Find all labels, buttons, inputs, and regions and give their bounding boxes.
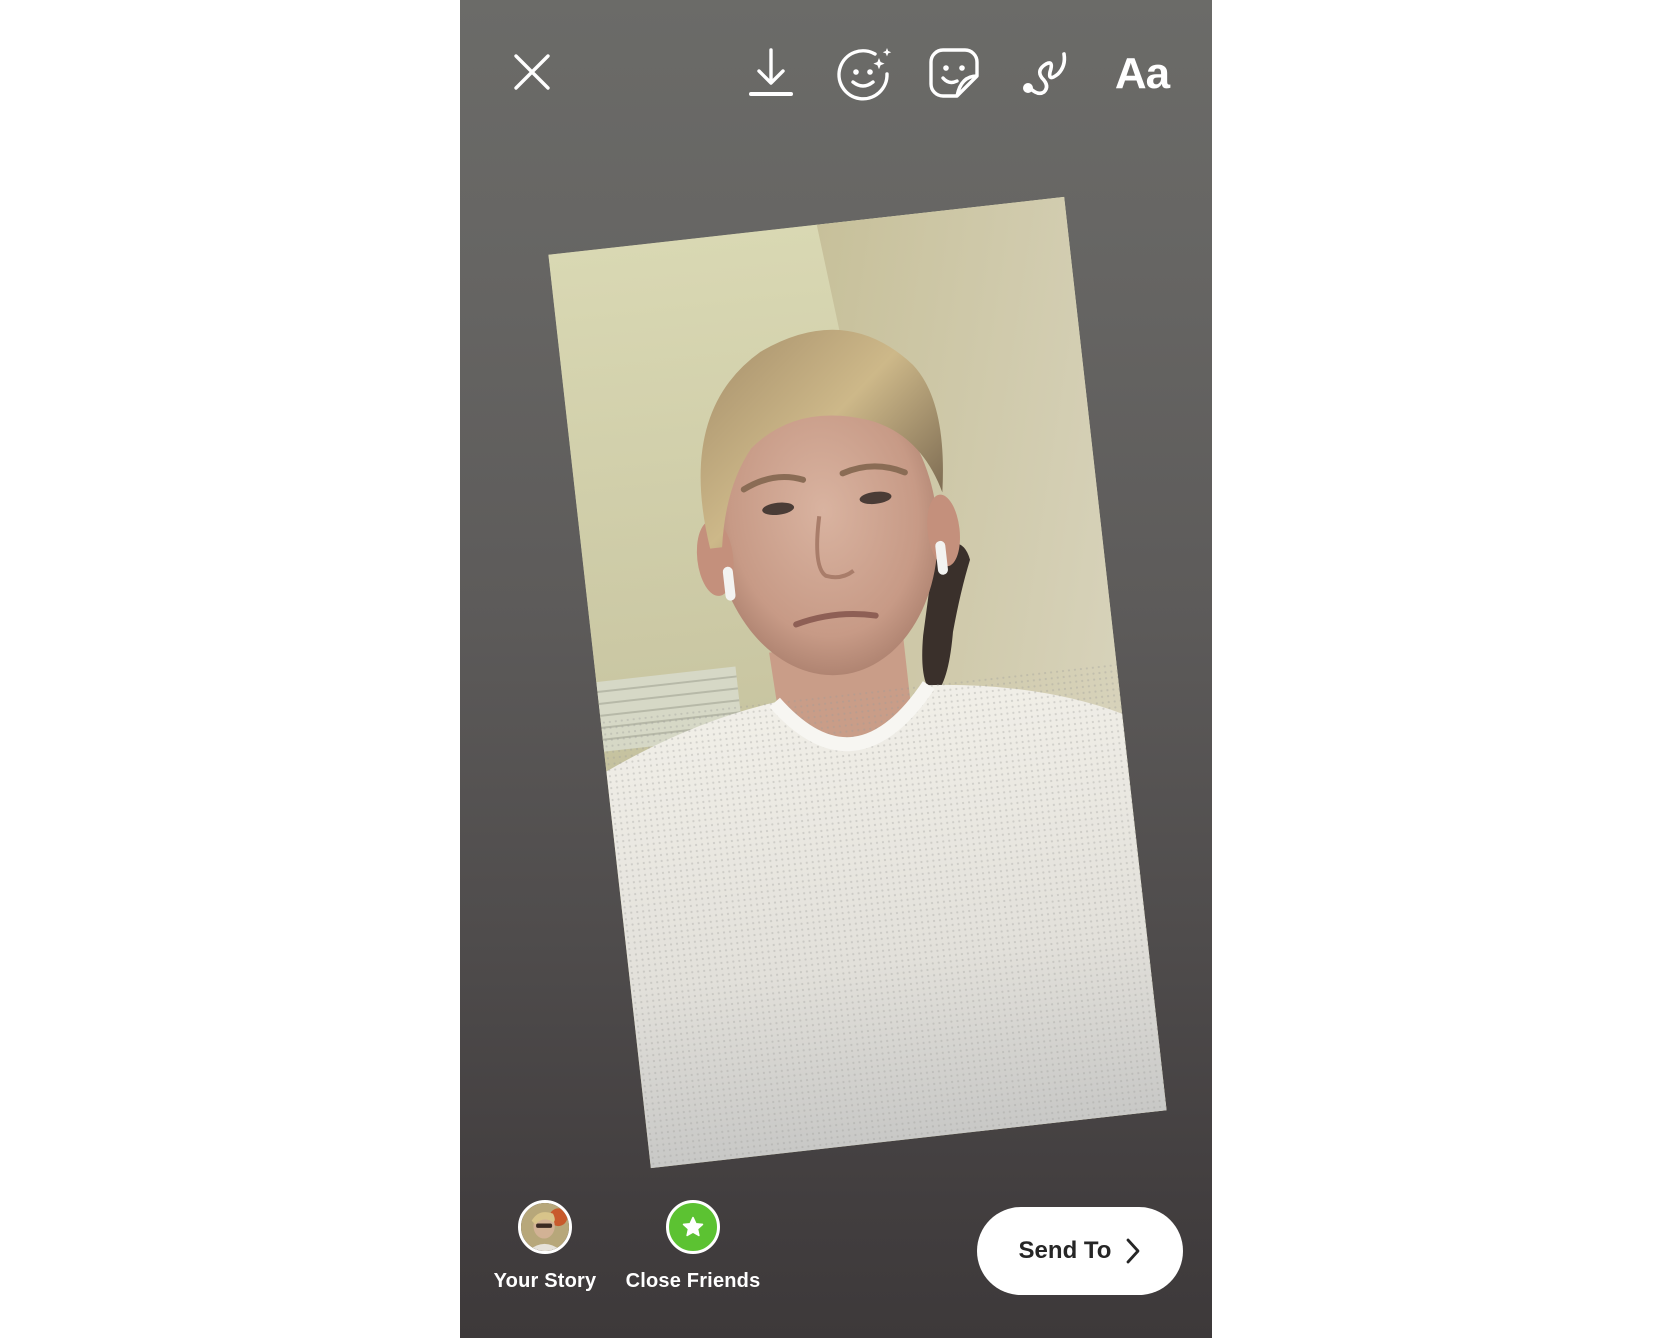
- your-story-label: Your Story: [493, 1270, 597, 1292]
- chevron-right-icon: [1127, 1238, 1140, 1264]
- download-icon[interactable]: [747, 46, 795, 100]
- draw-icon[interactable]: [1020, 48, 1076, 100]
- profile-avatar: [518, 1200, 572, 1254]
- story-photo[interactable]: [547, 196, 1167, 1168]
- face-effects-icon[interactable]: [835, 44, 893, 102]
- top-toolbar: Aa: [460, 0, 1212, 150]
- close-friends-label: Close Friends: [625, 1270, 761, 1292]
- star-icon: [682, 1216, 704, 1237]
- close-icon[interactable]: [510, 50, 554, 94]
- send-to-button[interactable]: Send To: [977, 1207, 1183, 1295]
- text-tool-button[interactable]: Aa: [1110, 46, 1174, 102]
- story-editor-screen: Aa Your Story Close Friends Send To: [460, 0, 1212, 1338]
- your-story-option[interactable]: Your Story: [490, 1200, 600, 1293]
- close-friends-option[interactable]: Close Friends: [618, 1200, 768, 1293]
- send-to-label: Send To: [1018, 1237, 1112, 1264]
- sticker-icon[interactable]: [927, 46, 981, 100]
- close-friends-badge: [666, 1200, 720, 1254]
- bottom-bar: Your Story Close Friends Send To: [460, 1180, 1212, 1338]
